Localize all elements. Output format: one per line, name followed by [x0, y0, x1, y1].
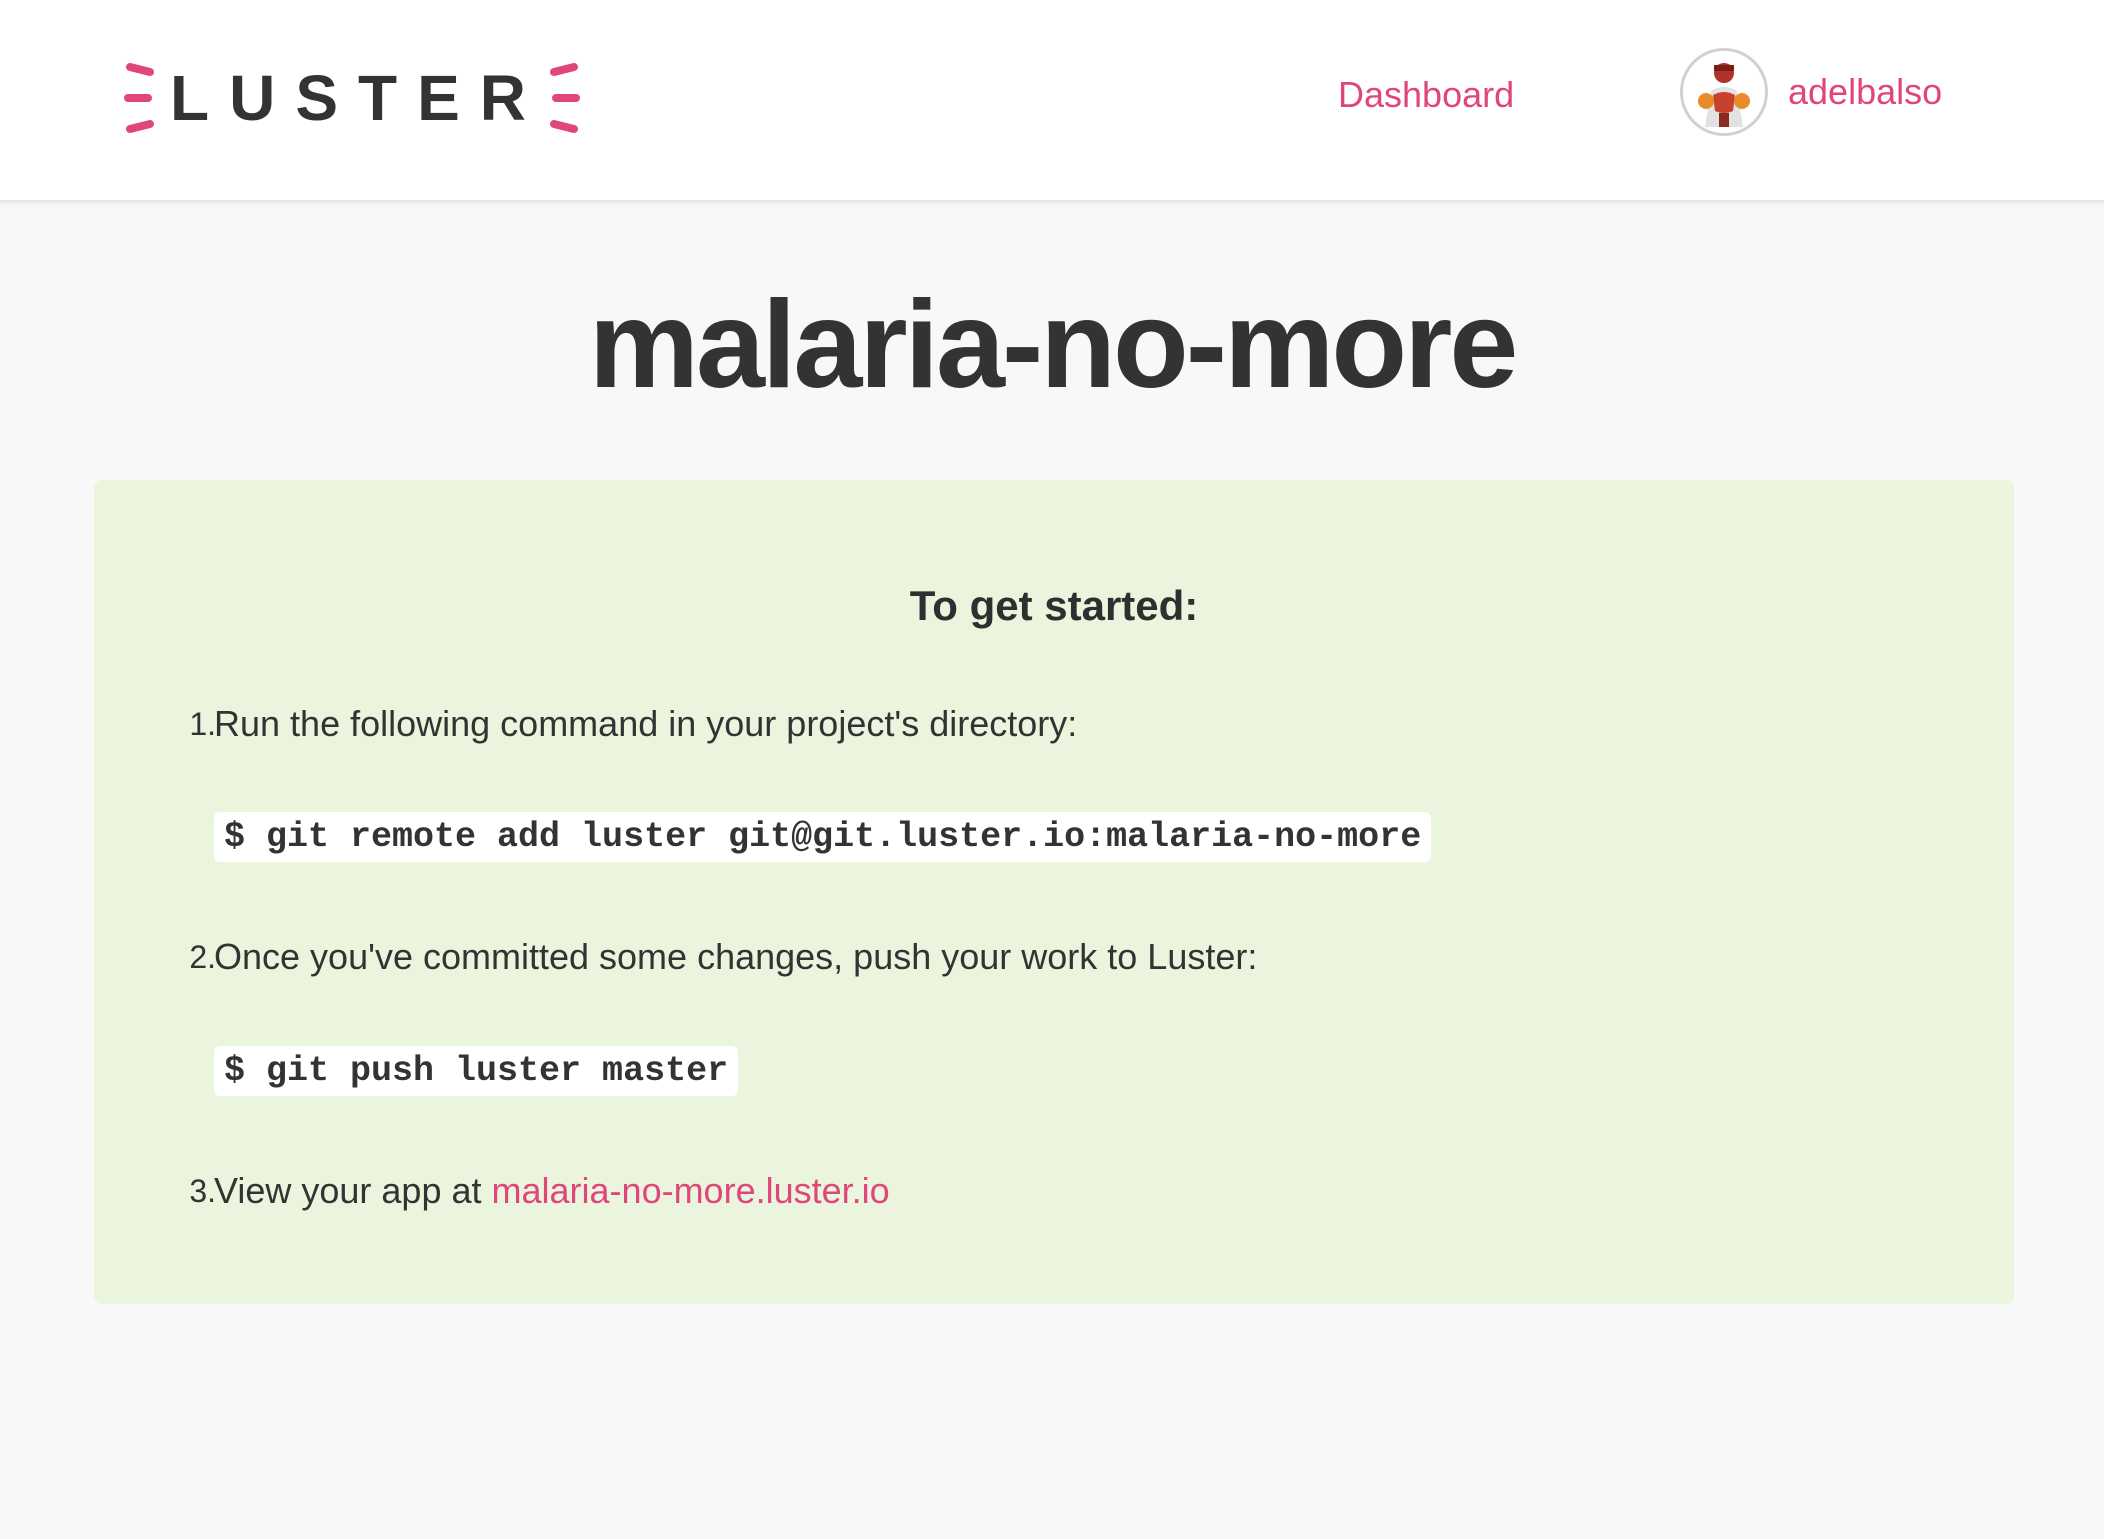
- step-number: 1.: [189, 706, 216, 742]
- step-text: View your app at malaria-no-more.luster.…: [214, 1166, 890, 1216]
- luster-logo[interactable]: LUSTER: [124, 56, 580, 140]
- username-link[interactable]: adelbalso: [1788, 67, 1942, 117]
- right-ray-icon: [550, 63, 580, 133]
- dashboard-link[interactable]: Dashboard: [1338, 70, 1514, 120]
- panel-heading: To get started:: [909, 582, 1199, 629]
- step-text: Run the following command in your projec…: [214, 703, 1078, 744]
- getting-started-panel: To get started: 1. Run the following com…: [94, 480, 2014, 1304]
- app-url-link[interactable]: malaria-no-more.luster.io: [492, 1170, 890, 1211]
- command-snippet[interactable]: $ git push luster master: [214, 1046, 739, 1096]
- step-number: 3.: [189, 1173, 216, 1209]
- user-menu[interactable]: adelbalso: [1680, 48, 1942, 136]
- step-number: 2.: [189, 939, 216, 975]
- step-text: Once you've committed some changes, push…: [214, 936, 1258, 977]
- page-title: malaria-no-more: [588, 276, 1519, 414]
- top-header: LUSTER Dashboard adelbalso: [0, 0, 2104, 202]
- left-ray-icon: [124, 63, 154, 133]
- user-avatar-icon: [1683, 51, 1765, 133]
- avatar[interactable]: [1680, 48, 1768, 136]
- command-snippet[interactable]: $ git remote add luster git@git.luster.i…: [214, 812, 1432, 862]
- step-text-prefix: View your app at: [214, 1170, 492, 1211]
- logo-wordmark: LUSTER: [170, 62, 546, 134]
